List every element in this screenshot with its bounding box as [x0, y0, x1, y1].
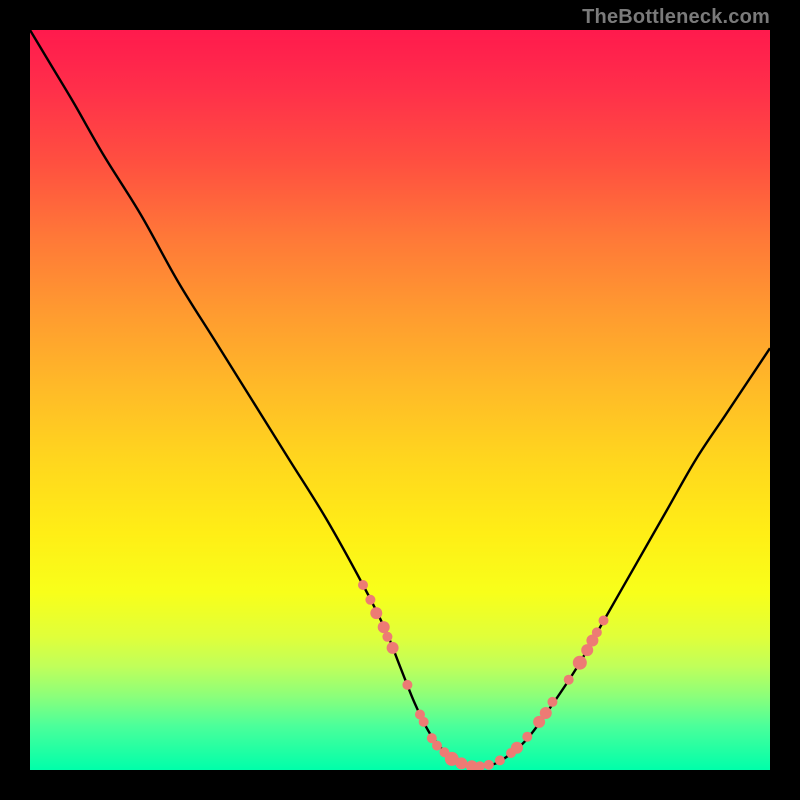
curve-marker [592, 627, 602, 637]
attribution-text: TheBottleneck.com [582, 6, 770, 29]
bottleneck-curve [30, 30, 770, 767]
chart-frame: TheBottleneck.com [0, 0, 800, 800]
curve-marker [495, 755, 505, 765]
curve-marker [365, 595, 375, 605]
curve-marker [511, 742, 523, 754]
curve-marker [382, 632, 392, 642]
curve-marker [378, 621, 390, 633]
curve-marker [370, 607, 382, 619]
curve-marker [484, 760, 494, 770]
curve-marker [432, 741, 442, 751]
curve-marker [564, 675, 574, 685]
curve-marker [573, 656, 587, 670]
curve-marker [522, 732, 532, 742]
curve-marker [387, 642, 399, 654]
chart-svg [30, 30, 770, 770]
curve-marker [402, 680, 412, 690]
plot-area [30, 30, 770, 770]
curve-marker [358, 580, 368, 590]
curve-marker [599, 616, 609, 626]
curve-marker [419, 717, 429, 727]
curve-marker [540, 707, 552, 719]
curve-marker [455, 757, 467, 769]
curve-marker [547, 697, 557, 707]
